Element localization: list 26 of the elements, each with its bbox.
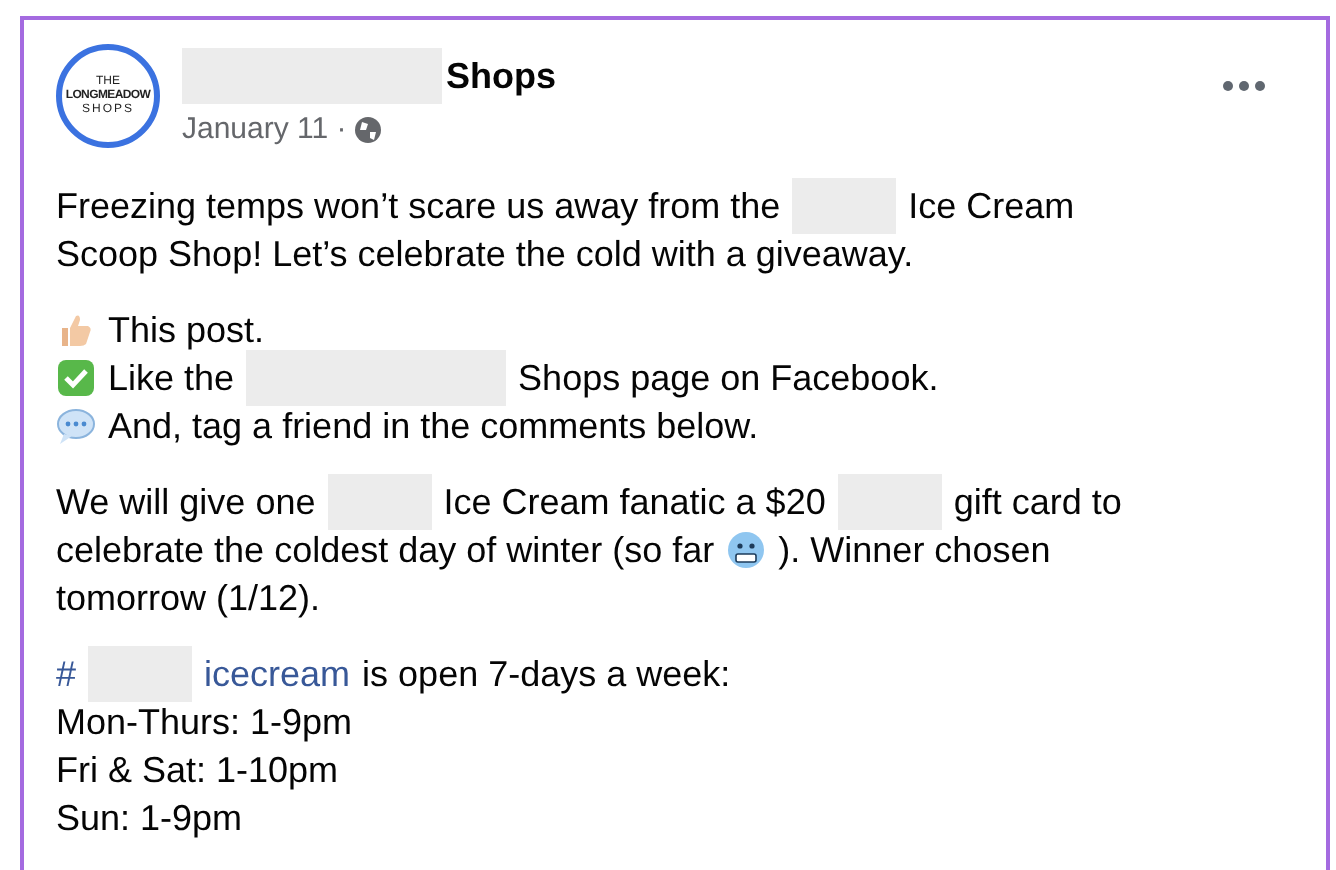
post-text: gift card to xyxy=(953,479,1122,525)
globe-icon xyxy=(354,116,383,145)
post-text: celebrate the coldest day of winter (so far xyxy=(56,527,715,573)
more-options-icon[interactable] xyxy=(1222,80,1266,92)
post-text: This post. xyxy=(108,307,265,353)
post-text: Mon-Thurs: 1-9pm xyxy=(56,699,353,745)
cold-face-icon xyxy=(726,529,767,569)
post-text: tomorrow (1/12). xyxy=(56,575,321,621)
post-text: Freezing temps won’t scare us away from the xyxy=(56,183,781,229)
hashtag-link[interactable]: icecream xyxy=(204,649,351,697)
post-text: And, tag a friend in the comments below. xyxy=(108,403,759,449)
post-text: Shops page on Facebook. xyxy=(518,355,939,401)
post-text: Scoop Shop! Let’s celebrate the cold with a giveaway. xyxy=(56,231,914,277)
check-icon xyxy=(56,357,96,397)
post-text: Sun: 1-9pm xyxy=(56,795,243,841)
speech-bubble-icon xyxy=(56,405,96,445)
post-text: is open 7-days a week: xyxy=(362,651,731,697)
post-text: Fri & Sat: 1-10pm xyxy=(56,747,339,793)
post-text: Ice Cream fanatic a $20 xyxy=(443,479,826,525)
hashtag-link[interactable]: # xyxy=(56,649,77,697)
post-text: Ice Cream xyxy=(908,183,1075,229)
post-text: ). Winner chosen xyxy=(778,527,1051,573)
post-date[interactable]: January 11 · xyxy=(182,108,347,153)
page-name: Shops xyxy=(446,53,557,100)
post-text: We will give one xyxy=(56,479,316,525)
post-text: Like the xyxy=(108,355,235,401)
